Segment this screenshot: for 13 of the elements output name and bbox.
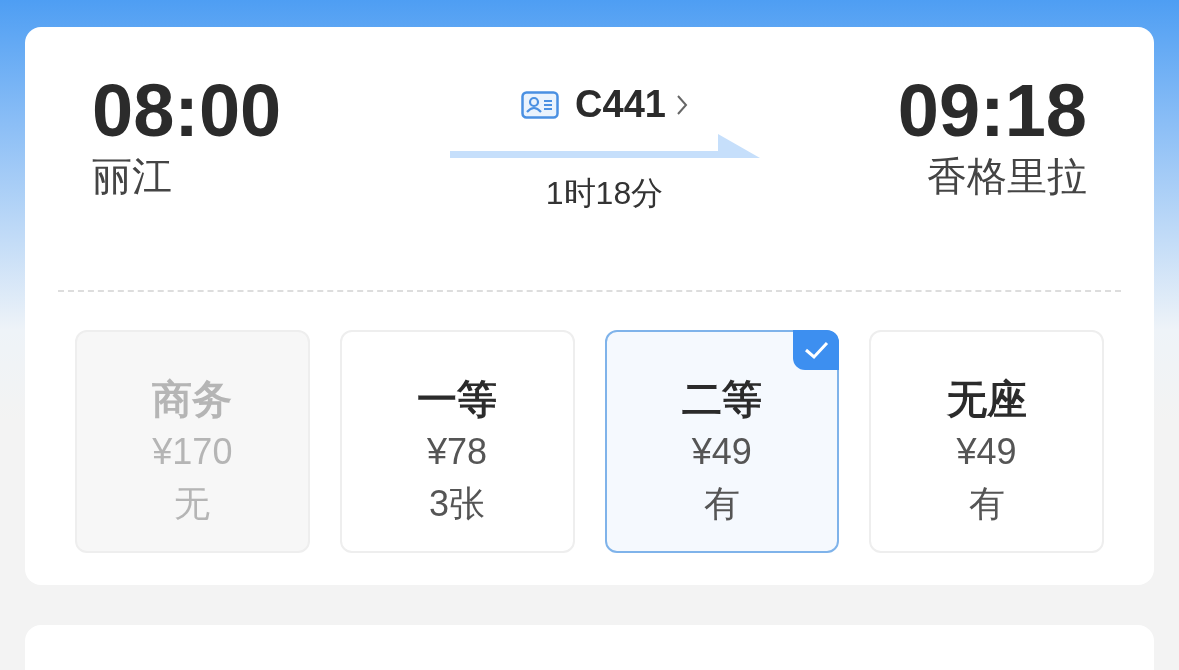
departure-station: 丽江 bbox=[92, 153, 173, 200]
arrow-icon bbox=[449, 134, 760, 160]
seat-option[interactable]: 无座 ¥49 有 bbox=[869, 330, 1104, 553]
seat-option[interactable]: 二等 ¥49 有 bbox=[604, 330, 840, 553]
train-number-link[interactable]: C441 bbox=[521, 83, 688, 126]
arrival-station: 香格里拉 bbox=[927, 153, 1087, 200]
checkmark-icon bbox=[793, 330, 840, 370]
arrival-time: 09:18 bbox=[897, 71, 1087, 151]
chevron-right-icon bbox=[675, 93, 688, 116]
id-card-icon bbox=[521, 90, 560, 119]
departure-time: 08:00 bbox=[92, 71, 282, 151]
duration-text: 1时18分 bbox=[545, 174, 664, 213]
seat-option[interactable]: 一等 ¥78 3张 bbox=[339, 330, 575, 553]
